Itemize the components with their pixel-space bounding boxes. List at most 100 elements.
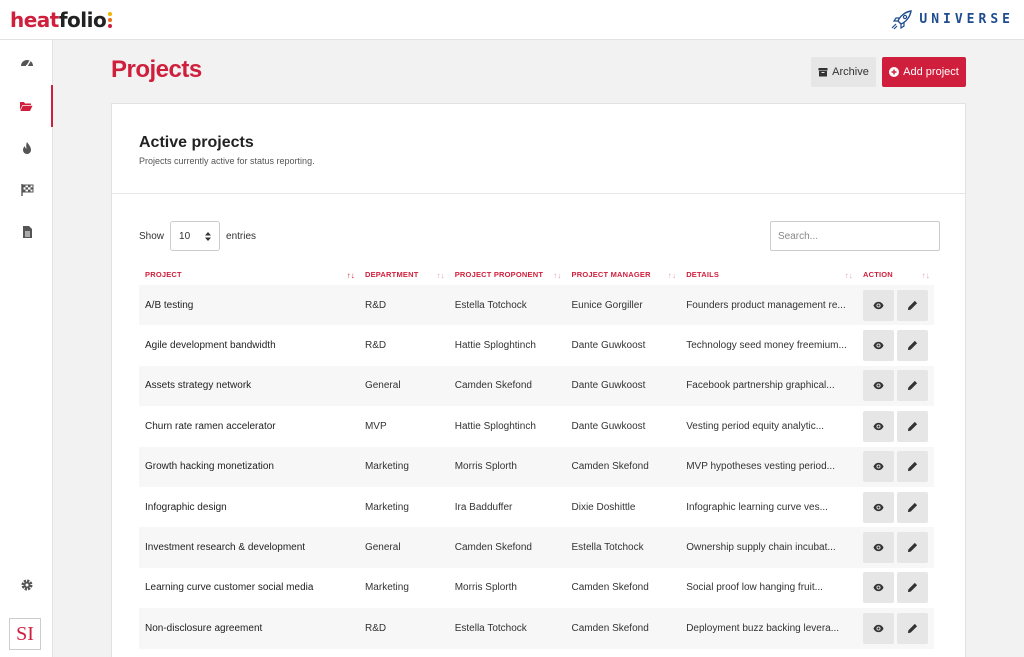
sort-icon: ↑↓ <box>553 271 562 280</box>
view-project-button[interactable] <box>862 330 894 362</box>
pencil-icon <box>907 542 918 553</box>
column-header-proponent[interactable]: Project Proponent ↑↓ <box>449 264 566 285</box>
universe-brand: UNIVERSE <box>891 9 1014 30</box>
eye-icon <box>873 422 884 431</box>
table-row[interactable]: Investment research & development General… <box>139 527 934 568</box>
pencil-icon <box>907 381 918 391</box>
archive-icon <box>818 68 828 77</box>
view-project-button[interactable] <box>862 491 894 523</box>
cell-action <box>856 285 934 326</box>
cell-project: Non-disclosure agreement <box>139 608 359 649</box>
cell-department: Marketing <box>358 446 449 487</box>
entries-select[interactable]: 10 <box>170 221 221 251</box>
edit-project-button[interactable] <box>896 370 928 402</box>
cell-proponent: Hattie Sploghtinch <box>454 340 536 352</box>
cell-project: A/B testing <box>139 285 359 326</box>
sort-asc-icon: ↑↓ <box>346 271 355 280</box>
sidebar-item-heat[interactable] <box>0 127 53 169</box>
cell-proponent: Ira Badduffer <box>454 501 513 513</box>
sort-icon: ↑↓ <box>436 271 445 280</box>
cell-project: Investment research & development <box>139 527 359 568</box>
column-header-details[interactable]: Details ↑↓ <box>680 264 857 285</box>
table-row[interactable]: Assets strategy network General Camden Ske… <box>139 365 934 407</box>
edit-project-button[interactable] <box>896 330 928 362</box>
cell-details: Vesting period equity analytic... <box>686 420 825 432</box>
cell-department: Marketing <box>364 501 409 513</box>
cell-action <box>857 568 934 608</box>
folder-open-icon <box>19 102 32 111</box>
organization-logo[interactable]: SI <box>9 618 41 650</box>
sidebar-item-reports[interactable] <box>0 211 53 253</box>
sidebar-item-milestones[interactable] <box>0 169 53 211</box>
edit-project-button[interactable] <box>896 451 928 483</box>
view-project-button[interactable] <box>862 370 894 402</box>
cell-action <box>856 527 934 568</box>
sort-arrows-icon <box>205 231 212 241</box>
table-row[interactable]: Learning curve customer social media Mark… <box>139 568 934 608</box>
entries-control: Show 10 entries <box>139 221 256 251</box>
view-project-button[interactable] <box>862 410 894 442</box>
table-row[interactable]: Agile development bandwidth R&D Hattie Spl… <box>139 325 934 365</box>
table-row[interactable]: Growth hacking monetization Marketing Morr… <box>139 446 934 487</box>
table-row[interactable]: Infographic design Marketing Ira Badduffer… <box>139 487 934 527</box>
search-input[interactable] <box>770 221 940 251</box>
edit-project-button[interactable] <box>896 572 928 604</box>
cell-department: Marketing <box>364 582 409 594</box>
eye-icon <box>873 543 884 552</box>
sort-icon: ↑↓ <box>921 271 930 280</box>
add-project-button[interactable]: Add project <box>882 57 966 87</box>
view-project-button[interactable] <box>862 572 894 604</box>
column-header-department[interactable]: Department ↑↓ <box>359 264 449 285</box>
archive-button[interactable]: Archive <box>811 57 876 87</box>
flag-checkered-icon <box>20 184 33 196</box>
edit-project-button[interactable] <box>896 491 928 523</box>
table-row[interactable]: Churn rate ramen accelerator MVP Hattie Sp… <box>139 406 934 446</box>
cell-proponent: Camden Skefond <box>448 527 566 568</box>
edit-project-button[interactable] <box>896 612 928 644</box>
cell-manager: Estella Totchock <box>565 527 681 568</box>
column-header-action[interactable]: Action ↑↓ <box>857 264 934 285</box>
sidebar-item-settings[interactable] <box>0 564 53 606</box>
cell-proponent: Morris Splorth <box>448 446 566 487</box>
view-project-button[interactable] <box>862 451 894 483</box>
cell-proponent: Estella Totchock <box>448 285 566 326</box>
cell-project: Agile development bandwidth <box>145 340 276 352</box>
archive-button-label: Archive <box>832 66 869 78</box>
cell-details: Facebook partnership graphical... <box>680 365 857 407</box>
entries-select-value: 10 <box>179 230 191 242</box>
cell-department: R&D <box>358 608 449 649</box>
sidebar-item-projects[interactable] <box>0 85 53 127</box>
plus-circle-icon <box>889 67 900 77</box>
eye-icon <box>873 301 884 309</box>
column-header-project[interactable]: Project ↑↓ <box>139 264 359 285</box>
gear-icon <box>21 579 32 591</box>
brand-name: UNIVERSE <box>919 12 1014 27</box>
cell-manager: Camden Skefond <box>565 446 681 487</box>
table-row[interactable]: A/B testing R&D Estella Totchock Eunice Gor… <box>139 285 934 326</box>
card-title: Active projects <box>139 134 254 151</box>
cell-details: Founders product management re... <box>680 285 857 326</box>
view-project-button[interactable] <box>862 289 894 321</box>
edit-project-button[interactable] <box>896 289 928 321</box>
cell-department: MVP <box>364 420 387 432</box>
heatfolio-logo[interactable]: heat folio <box>10 8 113 32</box>
active-projects-card: Active projects Projects currently activ… <box>111 103 966 657</box>
cell-department: R&D <box>358 285 449 326</box>
column-header-manager[interactable]: Project Manager ↑↓ <box>566 264 681 285</box>
edit-project-button[interactable] <box>896 532 928 564</box>
sidebar: SI <box>0 40 53 657</box>
cell-proponent: Camden Skefond <box>448 365 566 407</box>
view-project-button[interactable] <box>862 612 894 644</box>
sort-icon: ↑↓ <box>667 271 677 280</box>
cell-project: Churn rate ramen accelerator <box>145 420 276 432</box>
pencil-icon <box>907 421 918 431</box>
view-project-button[interactable] <box>862 532 894 564</box>
edit-project-button[interactable] <box>896 410 928 442</box>
cell-project: Learning curve customer social media <box>145 582 314 594</box>
cell-department: R&D <box>364 340 387 352</box>
cell-proponent: Morris Splorth <box>454 582 517 594</box>
sidebar-item-dashboard[interactable] <box>0 42 53 84</box>
cell-proponent: Hattie Sploghtinch <box>454 420 536 432</box>
cell-action <box>857 325 934 365</box>
table-row[interactable]: Non-disclosure agreement R&D Estella Totch… <box>139 608 934 649</box>
